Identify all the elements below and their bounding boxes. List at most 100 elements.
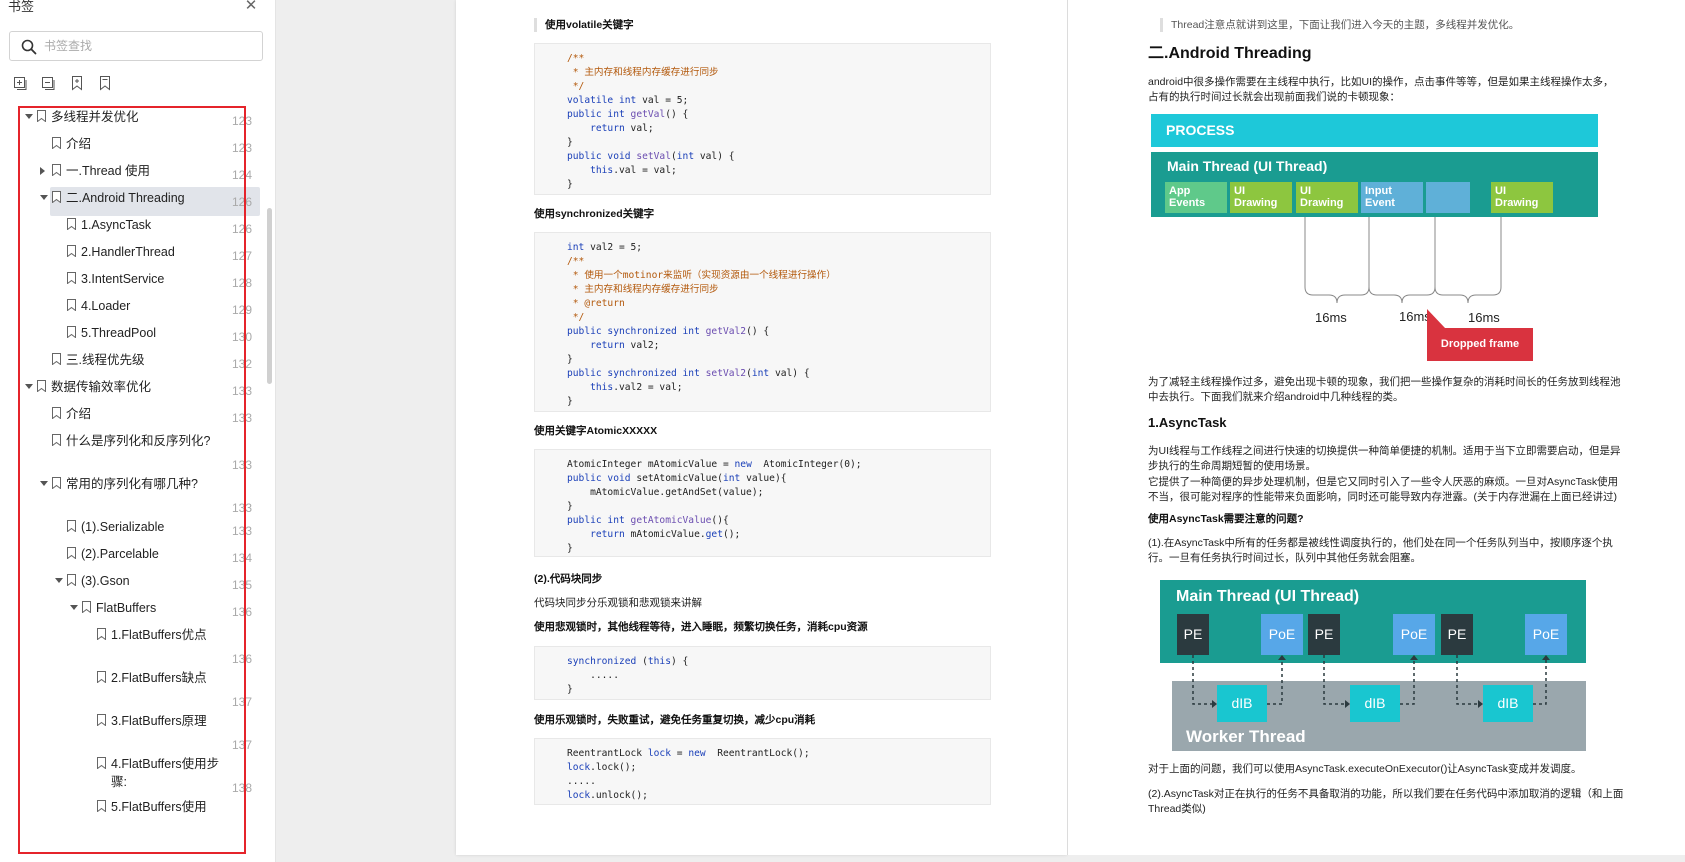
heading-synchronized: 使用synchronized关键字 bbox=[534, 208, 655, 220]
chevron-down-icon[interactable] bbox=[55, 578, 63, 583]
bookmark-icon bbox=[67, 218, 76, 231]
bookmark-icon bbox=[82, 601, 91, 614]
bookmark-icon bbox=[52, 477, 61, 490]
chevron-down-icon[interactable] bbox=[70, 605, 78, 610]
bookmark-label: 二.Android Threading bbox=[66, 191, 185, 205]
paragraph: Thread类似) bbox=[1148, 803, 1206, 815]
bookmark-label: (1).Serializable bbox=[81, 520, 165, 534]
heading-pessimistic: 使用悲观锁时，其他线程等待，进入睡眠，频繁切换任务，消耗cpu资源 bbox=[534, 621, 868, 633]
code-block-optimistic: ReentrantLock lock = new ReentrantLock()… bbox=[534, 738, 991, 805]
bookmark-label: 3.FlatBuffers原理 bbox=[111, 714, 207, 728]
paragraph: 步执行的生命周期短暂的使用场景。 bbox=[1148, 460, 1316, 472]
bookmark-page-number: 123 bbox=[232, 141, 253, 155]
bookmark-page-number: 137 bbox=[232, 695, 253, 709]
add-bookmark-icon[interactable] bbox=[69, 75, 86, 92]
panel-title: 书签 bbox=[8, 0, 35, 14]
chevron-right-icon[interactable] bbox=[40, 167, 45, 175]
bookmark-tree: 多线程并发优化 123 介绍 123 一.Thread 使用 124 二.Android T… bbox=[0, 102, 262, 862]
paragraph: android中很多操作需要在主线程中执行，比如UI的操作，点击事件等等，但是如… bbox=[1148, 76, 1614, 88]
heading-asynctask: 1.AsyncTask bbox=[1148, 415, 1227, 430]
document-page-left: 使用volatile关键字 /** * 主内存和线程内存缓存进行同步 */ vo… bbox=[456, 0, 1067, 855]
close-icon[interactable]: ✕ bbox=[243, 0, 259, 14]
chevron-down-icon[interactable] bbox=[40, 195, 48, 200]
bookmark-page-number: 129 bbox=[232, 303, 253, 317]
bookmark-search[interactable] bbox=[9, 31, 263, 61]
section-note: Thread注意点就讲到这里，下面让我们进入今天的主题，多线程并发优化。 bbox=[1160, 18, 1519, 32]
bookmark-page-number: 133 bbox=[232, 411, 253, 425]
bookmark-page-number: 126 bbox=[232, 195, 253, 209]
bookmark-page-number: 137 bbox=[232, 738, 253, 752]
scrollbar[interactable] bbox=[267, 208, 272, 384]
bookmark-page-number: 133 bbox=[232, 501, 253, 515]
bookmark-label: 4.Loader bbox=[81, 299, 131, 313]
frame-block: Input Event bbox=[1361, 182, 1423, 213]
code-block-atomic: AtomicInteger mAtomicValue = new AtomicI… bbox=[534, 449, 991, 557]
bookmark-icon bbox=[67, 547, 76, 560]
frame-block-label: UI bbox=[1495, 185, 1506, 197]
frame-block-label: UI bbox=[1300, 185, 1311, 197]
chevron-down-icon[interactable] bbox=[40, 481, 48, 486]
bookmark-page-number: 130 bbox=[232, 330, 253, 344]
bookmark-page-number: 128 bbox=[232, 276, 253, 290]
frame-timing-diagram: PROCESS Main Thread (UI Thread) App Event… bbox=[1151, 114, 1598, 364]
frame-block-label: Drawing bbox=[1300, 197, 1344, 209]
bookmark-label: 多线程并发优化 bbox=[51, 110, 139, 124]
timeline-brackets bbox=[1304, 217, 1502, 304]
thread-flow-arrows bbox=[1192, 655, 1550, 708]
frame-block-label: Event bbox=[1365, 197, 1395, 209]
frame-block-label: Events bbox=[1169, 197, 1206, 209]
code-block-pessimistic: synchronized (this) { ..... } bbox=[534, 646, 991, 700]
bookmark-page-number: 132 bbox=[232, 357, 253, 371]
bookmark-label: 什么是序列化和反序列化? bbox=[66, 434, 211, 448]
frame-block-label: Input bbox=[1365, 185, 1392, 197]
paragraph: 为了减轻主线程操作过多，避免出现卡顿的现象，我们把一些操作复杂的消耗时间长的任务… bbox=[1148, 376, 1621, 388]
main-thread-bar: Main Thread (UI Thread) App Events UI Drawi… bbox=[1151, 152, 1598, 217]
paragraph: (1).在AsyncTask中所有的任务都是被线性调度执行的，他们处在同一个任务… bbox=[1148, 537, 1613, 549]
heading-block-sync: (2).代码块同步 bbox=[534, 573, 603, 585]
frame-block: UI Drawing bbox=[1491, 182, 1553, 213]
section-note: 使用volatile关键字 bbox=[534, 18, 634, 32]
bookmark-page-number: 124 bbox=[232, 168, 253, 182]
bookmark-icon bbox=[67, 245, 76, 258]
bookmark-page-number: 135 bbox=[232, 578, 253, 592]
code-block-synchronized: int val2 = 5; /** * 使用一个motinor来监听（实现资源由… bbox=[534, 232, 991, 412]
pdf-reader: 书签 ✕ 多线程并发优化 123 介绍 123 一.Thread 使用 124 二.Andr… bbox=[0, 0, 1685, 862]
bookmark-label: 4.FlatBuffers使用步骤: bbox=[111, 757, 220, 789]
bookmark-page-number: 127 bbox=[232, 249, 253, 263]
frame-block-label: App bbox=[1169, 185, 1191, 197]
bookmark-page-number: 133 bbox=[232, 384, 253, 398]
frame-block bbox=[1426, 182, 1470, 213]
bookmark-label: (3).Gson bbox=[81, 574, 130, 588]
paragraph: (2).AsyncTask对正在执行的任务不具备取消的功能，所以我们要在任务代码… bbox=[1148, 788, 1624, 800]
paragraph: 它提供了一种简便的异步处理机制，但是它又同时引入了一些令人厌恶的麻烦。一旦对As… bbox=[1148, 476, 1619, 488]
bookmark-page-number: 138 bbox=[232, 781, 253, 795]
bookmark-icon bbox=[97, 757, 106, 770]
heading-android-threading: 二.Android Threading bbox=[1148, 45, 1312, 62]
chevron-down-icon[interactable] bbox=[25, 384, 33, 389]
bookmark-label: FlatBuffers bbox=[96, 601, 157, 615]
bookmark-icon bbox=[52, 353, 61, 366]
expand-all-icon[interactable] bbox=[13, 75, 30, 92]
bookmark-label: 1.FlatBuffers优点 bbox=[111, 628, 207, 642]
paragraph: 对于上面的问题，我们可以使用AsyncTask.executeOnExecuto… bbox=[1148, 763, 1582, 775]
text-block-sync: 代码块同步分乐观锁和悲观锁来讲解 bbox=[534, 597, 702, 609]
bookmark-icon bbox=[67, 272, 76, 285]
search-icon bbox=[21, 39, 37, 55]
bookmark-label: 数据传输效率优化 bbox=[51, 380, 152, 394]
heading-optimistic: 使用乐观锁时，失败重试，避免任务重复切换，减少cpu消耗 bbox=[534, 714, 816, 726]
bookmark-icon[interactable] bbox=[97, 75, 114, 92]
bookmark-icon bbox=[67, 299, 76, 312]
bookmark-panel: 书签 ✕ 多线程并发优化 123 介绍 123 一.Thread 使用 124 二.Andr… bbox=[0, 0, 276, 862]
frame-block-label: Drawing bbox=[1234, 197, 1278, 209]
chevron-down-icon[interactable] bbox=[25, 114, 33, 119]
paragraph: 行。一旦有任务执行时间过长，队列中其他任务就会阻塞。 bbox=[1148, 552, 1421, 564]
paragraph: 不当，很可能对程序的性能带来负面影响，同时还可能导致内存泄露。(关于内存泄漏在上… bbox=[1148, 491, 1617, 503]
bookmark-page-number: 133 bbox=[232, 458, 253, 472]
bookmark-label: 常用的序列化有哪几种? bbox=[66, 477, 198, 491]
collapse-all-icon[interactable] bbox=[41, 75, 58, 92]
bookmark-label: 1.AsyncTask bbox=[81, 218, 152, 232]
search-input[interactable] bbox=[44, 36, 254, 56]
bookmark-icon bbox=[52, 164, 61, 177]
bookmark-icon bbox=[52, 407, 61, 420]
bookmark-label: 介绍 bbox=[66, 137, 92, 151]
